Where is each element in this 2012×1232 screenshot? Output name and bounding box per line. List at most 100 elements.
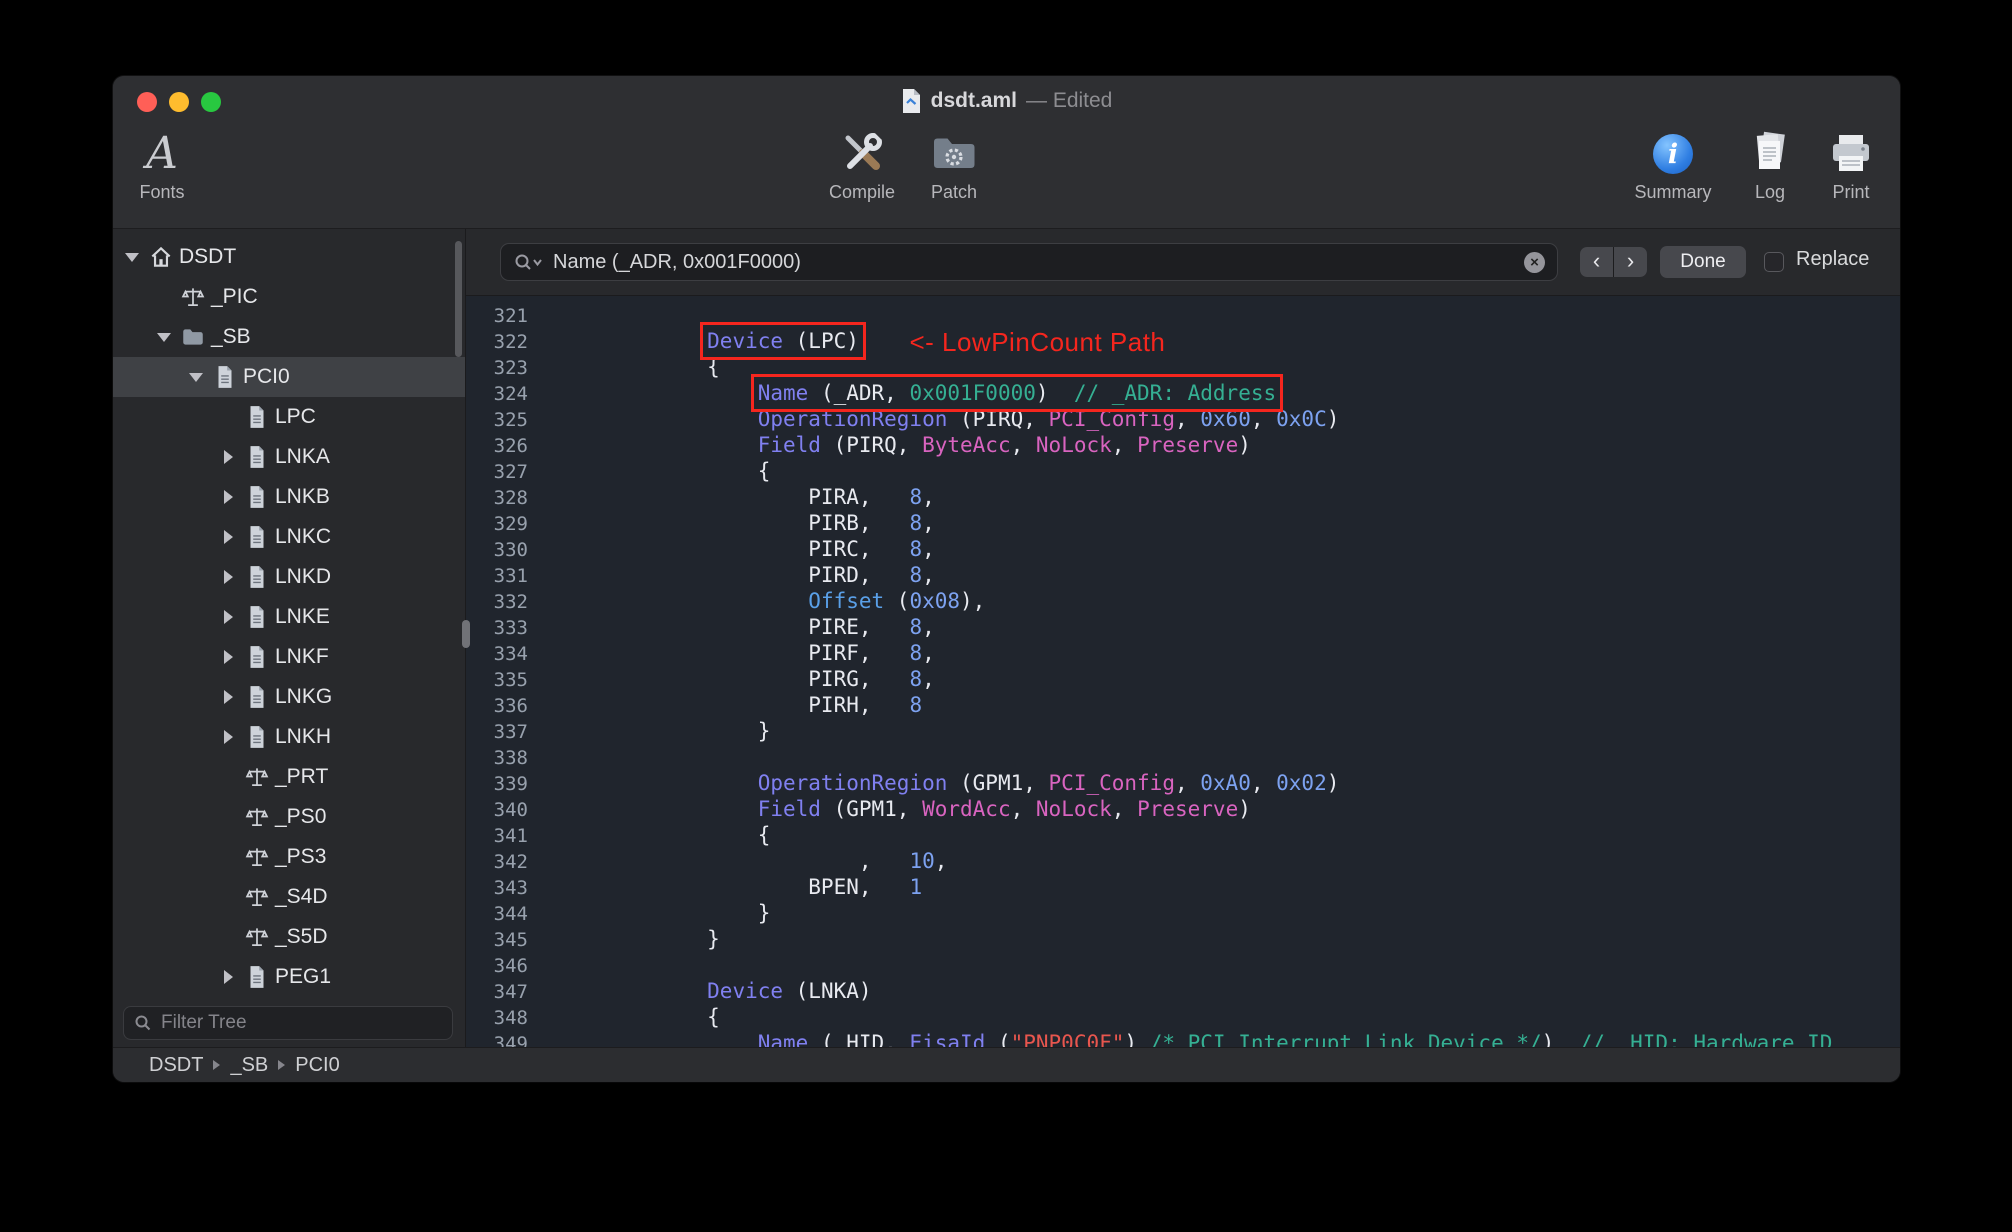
log-button[interactable]: Log <box>1730 128 1810 203</box>
code-line-340[interactable]: 340 Field (GPM1, WordAcc, NoLock, Preser… <box>466 796 1900 822</box>
sidebar-item-lpc[interactable]: LPC <box>113 397 465 437</box>
code-line-336[interactable]: 336 PIRH, 8 <box>466 692 1900 718</box>
code-line-338[interactable]: 338 <box>466 744 1900 770</box>
code-line-339[interactable]: 339 OperationRegion (GPM1, PCI_Config, 0… <box>466 770 1900 796</box>
code-line-329[interactable]: 329 PIRB, 8, <box>466 510 1900 536</box>
code-line-341[interactable]: 341 { <box>466 822 1900 848</box>
disclosure-triangle-icon[interactable] <box>217 717 239 757</box>
line-number: 321 <box>493 305 528 327</box>
find-search-field[interactable]: × <box>500 243 1558 281</box>
code-line-333[interactable]: 333 PIRE, 8, <box>466 614 1900 640</box>
code-line-335[interactable]: 335 PIRG, 8, <box>466 666 1900 692</box>
sidebar-item-lnkd[interactable]: LNKD <box>113 557 465 597</box>
code-editor[interactable]: 321 322 Device (LPC) <- LowPinCount Path 3… <box>466 296 1900 1048</box>
code-token: } <box>606 927 720 951</box>
pane-splitter-handle[interactable] <box>462 620 470 648</box>
find-next-button[interactable]: › <box>1614 247 1647 277</box>
sidebar: DSDT _PIC _SB PCI0 LPC LNKA LNKB LNKC LNKD LNKE LN… <box>113 229 466 1048</box>
sidebar-scrollbar-thumb[interactable] <box>455 241 462 357</box>
sidebar-item-lnkh[interactable]: LNKH <box>113 717 465 757</box>
tree-item-label: _PIC <box>211 285 258 308</box>
code-line-342[interactable]: 342 , 10, <box>466 848 1900 874</box>
sidebar-item-dsdt[interactable]: DSDT <box>113 237 465 277</box>
disclosure-triangle-icon[interactable] <box>217 477 239 517</box>
code-token: 8 <box>909 641 923 665</box>
sidebar-item-_s4d[interactable]: _S4D <box>113 877 465 917</box>
code-line-332[interactable]: 332 Offset (0x08), <box>466 588 1900 614</box>
code-line-330[interactable]: 330 PIRC, 8, <box>466 536 1900 562</box>
code-line-345[interactable]: 345 } <box>466 926 1900 952</box>
sidebar-item-lnkg[interactable]: LNKG <box>113 677 465 717</box>
code-line-323[interactable]: 323 { <box>466 354 1900 380</box>
summary-button[interactable]: i Summary <box>1623 128 1723 203</box>
print-button[interactable]: Print <box>1811 128 1891 203</box>
done-button[interactable]: Done <box>1660 246 1746 278</box>
code-line-334[interactable]: 334 PIRF, 8, <box>466 640 1900 666</box>
disclosure-triangle-icon[interactable] <box>217 557 239 597</box>
disclosure-triangle-icon[interactable] <box>217 677 239 717</box>
code-line-326[interactable]: 326 Field (PIRQ, ByteAcc, NoLock, Preser… <box>466 432 1900 458</box>
sidebar-item-lnkf[interactable]: LNKF <box>113 637 465 677</box>
disclosure-triangle-icon[interactable] <box>217 437 239 477</box>
code-line-324[interactable]: 324 Name (_ADR, 0x001F0000) // _ADR: Add… <box>466 374 1900 412</box>
sidebar-item-_pic[interactable]: _PIC <box>113 277 465 317</box>
line-number: 342 <box>493 851 528 873</box>
code-line-322[interactable]: 322 Device (LPC) <- LowPinCount Path <box>466 322 1900 360</box>
sidebar-item-lnka[interactable]: LNKA <box>113 437 465 477</box>
annotation-text: <- LowPinCount Path <box>909 327 1166 357</box>
sidebar-item-lnke[interactable]: LNKE <box>113 597 465 637</box>
disclosure-triangle-icon[interactable] <box>217 637 239 677</box>
disclosure-triangle-icon[interactable] <box>153 317 175 357</box>
code-line-321[interactable]: 321 <box>466 302 1900 328</box>
find-previous-button[interactable]: ‹ <box>1580 247 1613 277</box>
breadcrumb-separator-icon <box>278 1060 286 1070</box>
compile-button[interactable]: Compile <box>812 128 912 203</box>
code-line-344[interactable]: 344 } <box>466 900 1900 926</box>
sidebar-item-_ps0[interactable]: _PS0 <box>113 797 465 837</box>
disclosure-triangle-icon[interactable] <box>185 357 207 397</box>
sidebar-item-lnkb[interactable]: LNKB <box>113 477 465 517</box>
tree-item-label: LNKB <box>275 485 330 508</box>
disclosure-triangle-icon[interactable] <box>217 957 239 997</box>
code-line-346[interactable]: 346 <box>466 952 1900 978</box>
filter-tree-field[interactable] <box>123 1006 453 1040</box>
code-token: , <box>1111 433 1138 457</box>
breadcrumb-item-pci0[interactable]: PCI0 <box>295 1054 339 1077</box>
code-token: PIRC, <box>606 537 910 561</box>
sidebar-item-lnkc[interactable]: LNKC <box>113 517 465 557</box>
home-icon <box>148 244 174 270</box>
breadcrumb-item-dsdt[interactable]: DSDT <box>149 1054 203 1077</box>
disclosure-triangle-icon[interactable] <box>121 237 143 277</box>
fonts-button[interactable]: A Fonts <box>121 128 203 203</box>
sidebar-item-pci0[interactable]: PCI0 <box>113 357 465 397</box>
code-line-325[interactable]: 325 OperationRegion (PIRQ, PCI_Config, 0… <box>466 406 1900 432</box>
code-line-327[interactable]: 327 { <box>466 458 1900 484</box>
code-line-343[interactable]: 343 BPEN, 1 <box>466 874 1900 900</box>
code-line-337[interactable]: 337 } <box>466 718 1900 744</box>
tree-item-label: DSDT <box>179 245 237 268</box>
breadcrumb-item-_sb[interactable]: _SB <box>230 1054 268 1077</box>
code-line-331[interactable]: 331 PIRD, 8, <box>466 562 1900 588</box>
sidebar-item-_sb[interactable]: _SB <box>113 317 465 357</box>
sidebar-item-_prt[interactable]: _PRT <box>113 757 465 797</box>
patch-button[interactable]: Patch <box>909 128 999 203</box>
code-line-347[interactable]: 347 Device (LNKA) <box>466 978 1900 1004</box>
code-line-348[interactable]: 348 { <box>466 1004 1900 1030</box>
sidebar-item-_ps3[interactable]: _PS3 <box>113 837 465 877</box>
sidebar-item-_s5d[interactable]: _S5D <box>113 917 465 957</box>
code-token: PIRD, <box>606 563 910 587</box>
search-with-menu-icon[interactable] <box>513 252 543 272</box>
code-token: , <box>922 485 935 509</box>
disclosure-triangle-icon[interactable] <box>217 517 239 557</box>
clear-search-icon[interactable]: × <box>1524 251 1545 273</box>
filter-tree-input[interactable] <box>159 1011 442 1035</box>
code-line-328[interactable]: 328 PIRA, 8, <box>466 484 1900 510</box>
disclosure-triangle-icon[interactable] <box>217 597 239 637</box>
find-query-input[interactable] <box>551 249 1516 275</box>
sidebar-item-peg1[interactable]: PEG1 <box>113 957 465 997</box>
code-line-349[interactable]: 349 Name (_HID, EisaId ("PNP0C0F") /* PC… <box>466 1030 1900 1048</box>
replace-checkbox[interactable] <box>1764 252 1784 272</box>
